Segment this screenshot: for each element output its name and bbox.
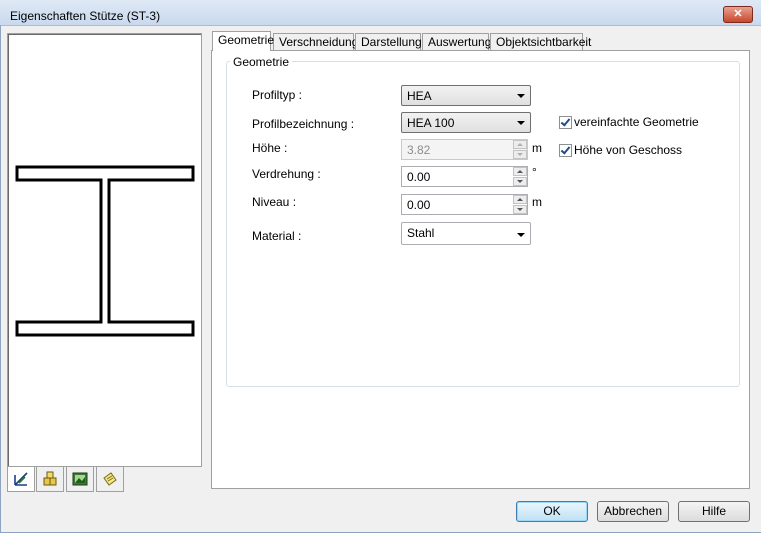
hoehe-increment-button[interactable]: [513, 140, 527, 149]
tab-label: Geometrie: [218, 33, 275, 47]
verdrehung-label: Verdrehung :: [252, 167, 321, 181]
material-value: Stahl: [407, 226, 435, 240]
verdrehung-spinbox[interactable]: 0.00: [401, 166, 528, 187]
verdrehung-value: 0.00: [407, 170, 431, 184]
tab-label: Auswertung: [428, 35, 492, 49]
profilbezeichnung-dropdown[interactable]: HEA 100: [401, 112, 531, 133]
i-beam-profile-drawing: [15, 165, 195, 337]
niveau-unit: m: [532, 195, 542, 209]
tab-verschneidung[interactable]: Verschneidung: [273, 33, 358, 50]
measure-icon: [14, 472, 28, 486]
niveau-label: Niveau :: [252, 195, 297, 209]
niveau-value: 0.00: [407, 198, 431, 212]
close-icon: ✕: [733, 8, 743, 20]
checkbox-checked-icon: [559, 144, 572, 157]
hoehe-value: 3.82: [407, 143, 431, 157]
niveau-increment-button[interactable]: [513, 195, 527, 204]
hoehe-decrement-button[interactable]: [513, 150, 527, 159]
hoehe-label: Höhe :: [252, 141, 288, 155]
tab-auswertung[interactable]: Auswertung: [422, 33, 492, 50]
close-button[interactable]: ✕: [723, 6, 753, 23]
window-title: Eigenschaften Stütze (ST-3): [10, 9, 161, 23]
abbrechen-button[interactable]: Abbrechen: [597, 501, 669, 522]
chevron-down-icon: [517, 94, 525, 98]
profilbezeichnung-label: Profilbezeichnung :: [252, 117, 355, 131]
i-beam-outline: [15, 165, 195, 337]
material-dropdown[interactable]: Stahl: [401, 222, 531, 245]
profiltyp-value: HEA: [407, 89, 432, 103]
profiltyp-label: Profiltyp :: [252, 88, 303, 102]
profilbezeichnung-value: HEA 100: [407, 116, 455, 130]
verdrehung-decrement-button[interactable]: [513, 177, 527, 186]
tab-label: Darstellung: [361, 35, 422, 49]
tab-darstellung[interactable]: Darstellung: [355, 33, 422, 50]
profile-preview: [7, 33, 202, 467]
niveau-spinbox[interactable]: 0.00: [401, 194, 528, 215]
verdrehung-increment-button[interactable]: [513, 167, 527, 176]
picture-icon: [72, 472, 88, 486]
hilfe-button[interactable]: Hilfe: [678, 501, 750, 522]
chevron-down-icon: [517, 121, 525, 125]
niveau-decrement-button[interactable]: [513, 205, 527, 214]
material-label: Material :: [252, 229, 302, 243]
hoehe-unit: m: [532, 141, 542, 155]
profiltyp-dropdown[interactable]: HEA: [401, 85, 531, 106]
tool-tab-measure[interactable]: [7, 467, 35, 492]
blocks-icon: [43, 471, 57, 486]
hoehe-spinbox[interactable]: 3.82: [401, 139, 528, 160]
checkbox-label: vereinfachte Geometrie: [574, 115, 699, 129]
title-bar: Eigenschaften Stütze (ST-3) ✕: [0, 0, 761, 26]
note-icon: [103, 472, 117, 486]
tab-label: Verschneidung: [279, 35, 359, 49]
ok-button[interactable]: OK: [516, 501, 588, 522]
tool-tab-blocks[interactable]: [36, 467, 64, 492]
groupbox-title: Geometrie: [230, 55, 293, 69]
tool-tab-note[interactable]: [96, 467, 124, 492]
tab-geometrie[interactable]: Geometrie: [212, 31, 275, 51]
tab-objektsichtbarkeit[interactable]: Objektsichtbarkeit: [490, 33, 591, 50]
verdrehung-unit: °: [532, 165, 537, 179]
checkbox-checked-icon: [559, 116, 572, 129]
tab-label: Objektsichtbarkeit: [496, 35, 592, 49]
tool-tab-picture[interactable]: [66, 467, 94, 492]
checkbox-label: Höhe von Geschoss: [574, 143, 683, 157]
chevron-down-icon: [517, 233, 525, 237]
